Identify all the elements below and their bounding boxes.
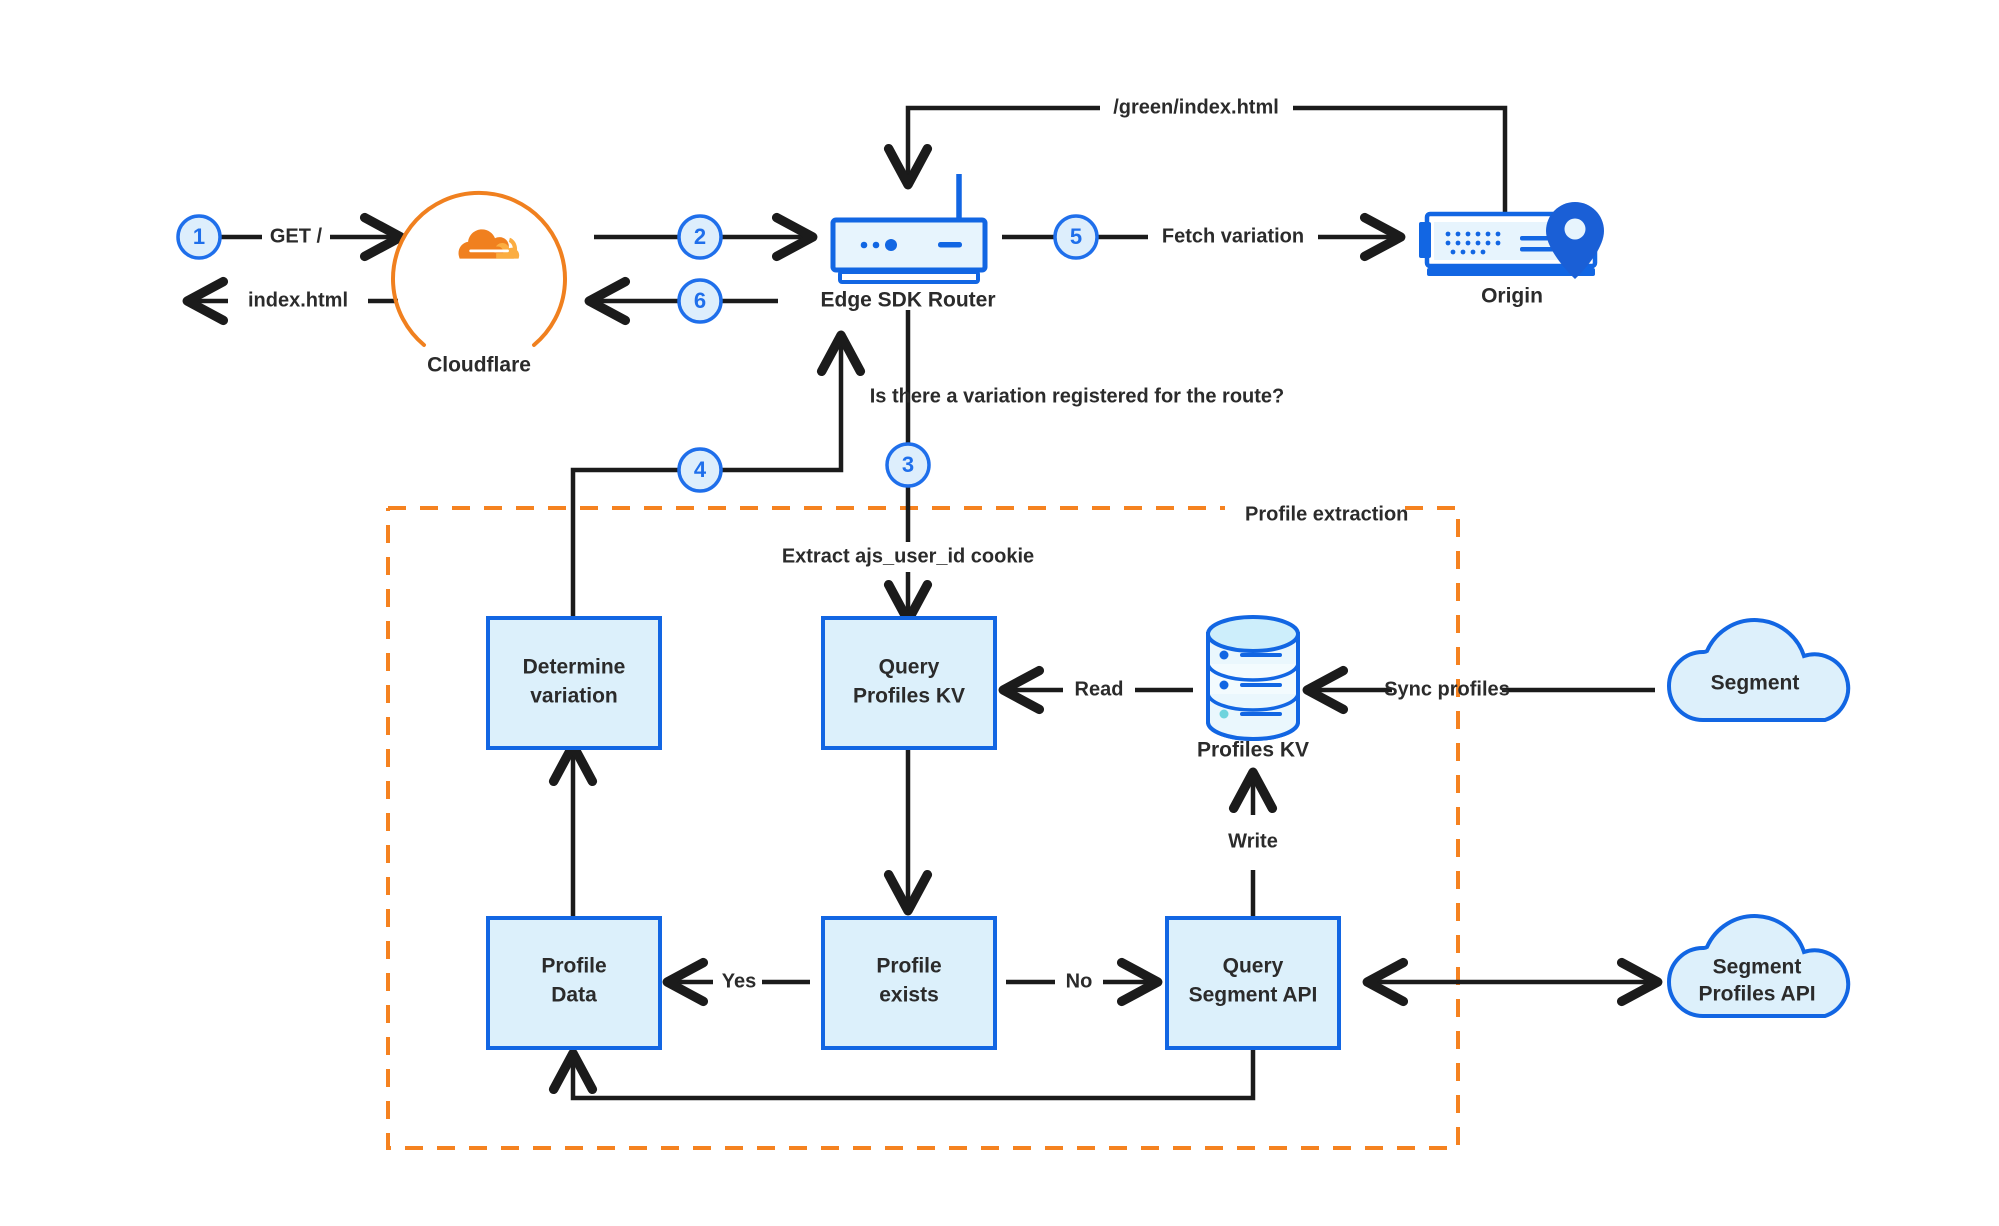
node-segment-profiles-api[interactable]: Segment Profiles API — [1667, 914, 1851, 1018]
node-segment[interactable]: Segment — [1667, 618, 1851, 722]
step4-path-left — [570, 467, 678, 618]
diagram-canvas: Profile extraction GET / index.html Fetc… — [0, 0, 1999, 1226]
edge-get-root: GET / — [221, 212, 406, 262]
profile-extraction-border — [386, 506, 1460, 1150]
node-edge-sdk-router[interactable]: Edge SDK Router — [820, 174, 996, 312]
step-2-number: 2 — [694, 224, 706, 249]
edge-sdk-router-label: Edge SDK Router — [820, 289, 995, 312]
router-icon — [830, 174, 988, 284]
query-segment-api-line1: Query — [1223, 955, 1284, 978]
step-3-number: 3 — [902, 452, 914, 477]
node-profiles-kv[interactable]: Profiles KV — [1197, 615, 1309, 762]
query-profiles-kv-line2: Profiles KV — [853, 685, 965, 708]
determine-variation-rect[interactable] — [486, 616, 662, 750]
segment-cloud-shape — [1667, 618, 1851, 722]
step-1-number: 1 — [193, 224, 205, 249]
origin-server-icon — [1419, 202, 1604, 279]
profile-extraction-group: Profile extraction — [386, 503, 1460, 1150]
edge-index-html: index.html — [182, 276, 398, 326]
query-profiles-kv-line1: Query — [879, 656, 940, 679]
origin-label: Origin — [1481, 285, 1543, 308]
get-root-label: GET / — [270, 225, 323, 247]
profile-data-line2: Data — [551, 984, 597, 1007]
profile-extraction-label: Profile extraction — [1245, 503, 1408, 525]
sync-profiles-label: Sync profiles — [1384, 678, 1510, 700]
extract-cookie-label-top: Extract ajs_user_id cookie — [782, 545, 1034, 567]
edge-yes: Yes — [662, 957, 810, 1007]
box-profile-exists[interactable]: Profile exists — [821, 916, 997, 1050]
query-segment-api-line2: Segment API — [1189, 984, 1318, 1007]
profiles-kv-label: Profiles KV — [1197, 739, 1309, 762]
green-index-label: /green/index.html — [1113, 96, 1279, 118]
box-profile-data[interactable]: Profile Data — [486, 916, 662, 1050]
step-4-number: 4 — [694, 457, 707, 482]
yes-label: Yes — [722, 970, 756, 992]
determine-variation-line2: variation — [530, 685, 618, 708]
read-label: Read — [1075, 678, 1124, 700]
node-cloudflare[interactable]: Cloudflare — [391, 190, 567, 377]
edge-no: No — [1006, 957, 1163, 1007]
step-badge-4[interactable]: 4 — [677, 447, 723, 493]
edge-sync-profiles: Sync profiles — [1302, 665, 1655, 715]
edge-step3: Is there a variation registered for the … — [700, 310, 1285, 626]
cloudflare-logo — [458, 229, 520, 259]
edge-segment-api-loop — [548, 1047, 1256, 1101]
profile-exists-line1: Profile — [876, 955, 941, 978]
edge-read: Read — [998, 665, 1193, 715]
profile-exists-line2: exists — [879, 984, 939, 1007]
box-query-segment-api[interactable]: Query Segment API — [1165, 916, 1341, 1050]
edge-green-index: /green/index.html — [908, 96, 1508, 215]
segment-profiles-api-line2: Profiles API — [1698, 983, 1815, 1006]
step-5-number: 5 — [1070, 224, 1082, 249]
architecture-diagram: Profile extraction GET / index.html Fetc… — [176, 96, 1851, 1150]
segment-profiles-api-line1: Segment — [1713, 956, 1802, 979]
step-badge-3[interactable]: 3 — [885, 442, 931, 488]
determine-variation-line1: Determine — [523, 656, 626, 679]
box-query-profiles-kv[interactable]: Query Profiles KV — [821, 616, 997, 750]
query-profiles-kv-rect[interactable] — [821, 616, 997, 750]
no-label: No — [1066, 970, 1093, 992]
segment-label: Segment — [1711, 672, 1800, 695]
variation-question-label: Is there a variation registered for the … — [870, 385, 1285, 407]
step-6-number: 6 — [694, 288, 706, 313]
cloudflare-ring — [391, 190, 567, 347]
profile-data-line1: Profile — [541, 955, 606, 978]
step-badge-5[interactable]: 5 — [1053, 214, 1099, 260]
fetch-variation-label: Fetch variation — [1162, 225, 1304, 247]
node-origin[interactable]: Origin — [1419, 202, 1604, 308]
cloudflare-label: Cloudflare — [427, 354, 531, 377]
edge-write: Write — [1228, 767, 1278, 918]
step-badge-1[interactable]: 1 — [176, 214, 222, 260]
green-index-path — [908, 105, 1508, 215]
box-determine-variation[interactable]: Determine variation — [486, 616, 662, 750]
database-icon — [1206, 615, 1300, 741]
step4-path-right — [722, 330, 866, 473]
step-badge-2[interactable]: 2 — [677, 214, 723, 260]
index-html-label: index.html — [248, 289, 348, 311]
step-badge-6[interactable]: 6 — [677, 278, 723, 324]
write-label: Write — [1228, 830, 1278, 852]
